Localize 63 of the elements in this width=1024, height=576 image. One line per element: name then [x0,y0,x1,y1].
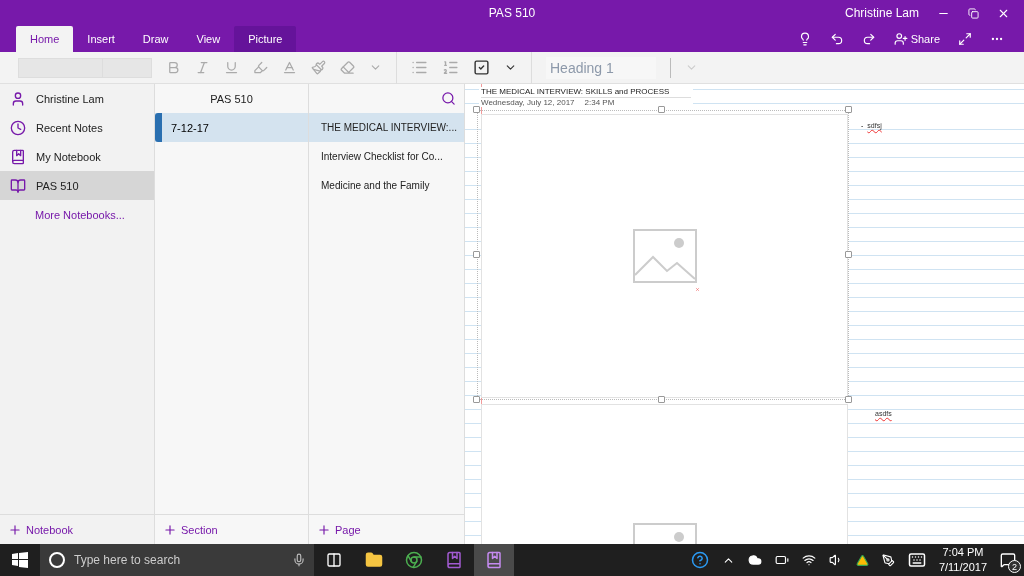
account-item[interactable]: Christine Lam [0,84,154,113]
resize-handle[interactable] [473,106,480,113]
microphone-icon[interactable] [292,553,306,567]
notebook-item[interactable]: My Notebook [0,142,154,171]
search-icon[interactable] [441,91,456,106]
cortana-circle-icon [48,551,66,569]
notebook-title: PAS 510 [210,92,253,105]
resize-handle[interactable] [845,396,852,403]
notifications-icon[interactable] [1000,552,1016,568]
notification-count: 2 [1008,560,1021,573]
expand-icon[interactable] [958,32,972,46]
item-label: PAS 510 [36,179,79,192]
notebook-icon [10,148,26,165]
resize-handle[interactable] [845,251,852,258]
person-icon [10,90,26,107]
restore-icon[interactable] [968,7,979,19]
person-add-icon [893,32,908,46]
page-date: Wednesday, July 12, 2017 [481,98,575,107]
resize-handle[interactable] [473,396,480,403]
resize-handle[interactable] [473,251,480,258]
ribbon-tab[interactable]: Picture [234,26,297,52]
cloud-icon[interactable] [747,553,762,567]
battery-icon[interactable] [774,553,789,567]
taskbar-clock[interactable]: 7:04 PM 7/11/2017 [938,545,987,575]
notebook-app-icon[interactable] [474,544,514,576]
plus-icon [317,522,331,537]
clock-icon [10,119,26,136]
image-placeholder-icon [632,229,697,283]
page-item[interactable]: THE MEDICAL INTERVIEW:... [309,113,464,142]
section-item[interactable]: 7-12-17 [155,113,308,142]
more-notebooks-link[interactable]: More Notebooks... [35,208,125,221]
taskbar-search-field[interactable]: Type here to search [40,544,314,576]
page-title: THE MEDICAL INTERVIEW: SKILLS and PROCESS [481,87,691,98]
notebook-item[interactable]: Recent Notes [0,113,154,142]
book-icon [10,177,26,194]
help-icon[interactable] [690,551,709,569]
ribbon-tab[interactable]: View [182,26,235,52]
checkbox-icon[interactable] [473,59,490,76]
notebook-item[interactable]: PAS 510 [0,171,154,200]
redo-icon[interactable] [861,32,876,46]
user-name: Christine Lam [844,6,919,20]
pen-icon[interactable] [881,553,895,567]
ribbon-tab[interactable]: Draw [128,26,183,52]
ribbon-tab[interactable]: Insert [73,26,129,52]
ribbon-tab[interactable]: Home [16,26,74,52]
font-color-icon[interactable] [282,60,297,75]
resize-handle[interactable] [845,106,852,113]
item-label: Recent Notes [36,121,103,134]
resize-handle[interactable] [658,396,665,403]
keyboard-icon[interactable] [907,551,926,569]
triangle-icon[interactable] [855,553,869,567]
page-time: 2:34 PM [584,98,615,107]
share-button[interactable]: Share [893,32,940,46]
page-item[interactable]: Interview Checklist for Co... [309,142,464,171]
item-label: My Notebook [36,150,101,163]
window-title: PAS 510 [488,6,536,20]
resize-handle[interactable] [658,106,665,113]
page-item[interactable]: Medicine and the Family [309,171,464,200]
cross-icon [695,287,700,293]
wifi-icon[interactable] [801,553,816,567]
plus-icon [8,522,22,537]
undo-icon[interactable] [829,32,844,46]
plus-icon [163,522,177,537]
